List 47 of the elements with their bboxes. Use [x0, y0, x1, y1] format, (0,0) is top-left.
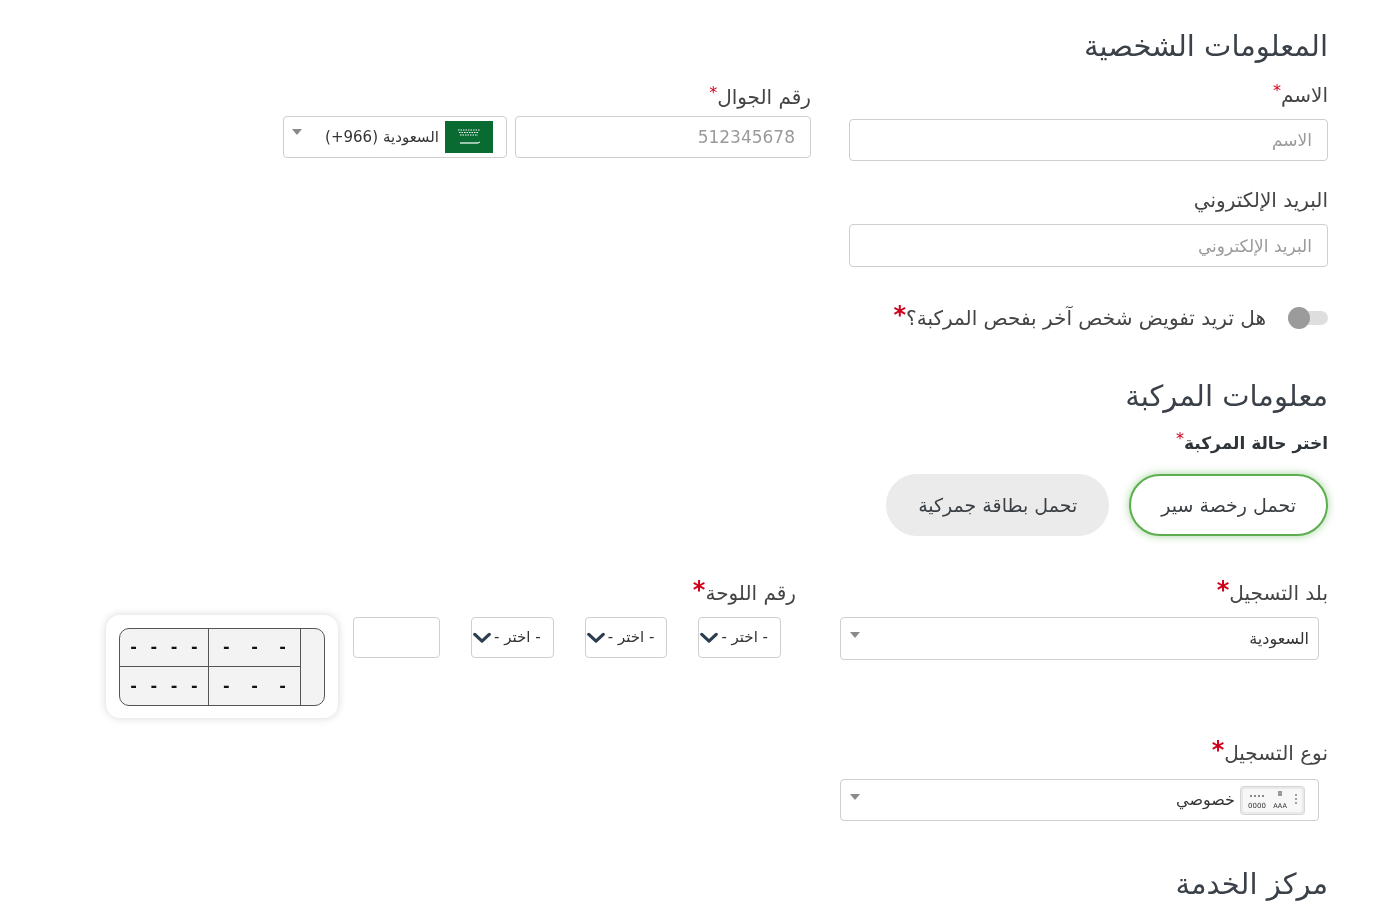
required-asterisk: * — [692, 579, 706, 601]
plate-placeholder-text: - - - - — [130, 636, 198, 658]
select-value: - اختر - — [494, 627, 541, 649]
dial-code: (+966) — [325, 126, 378, 148]
caret-icon — [850, 632, 860, 638]
toggle-label: هل تريد تفويض شخص آخر بفحص المركبة؟ — [906, 306, 1266, 332]
field-label: رقم اللوحة — [705, 581, 796, 607]
required-asterisk: * — [1175, 431, 1184, 447]
field-label: بلد التسجيل — [1229, 581, 1328, 607]
plate-placeholder-text: - - - — [222, 636, 286, 658]
plate-number-field[interactable] — [352, 617, 440, 658]
select-value: - اختر - — [607, 627, 655, 649]
chevron-down-icon — [472, 631, 491, 644]
field-label: البريد الإلكتروني — [1193, 187, 1328, 214]
vehicle-status-option[interactable]: تحمل بطاقة جمركية — [886, 474, 1110, 536]
required-asterisk: * — [709, 85, 718, 101]
name-field[interactable]: الاسم — [849, 119, 1328, 161]
select-value: خصوصي — [1176, 789, 1235, 812]
select-value: السعودية — [1249, 627, 1309, 651]
plate-placeholder-text: - - - - — [130, 674, 198, 697]
plate-letter-select[interactable]: - اختر - — [698, 617, 781, 658]
flag-icon — [445, 121, 493, 153]
select-value: - اختر - — [721, 627, 768, 649]
field-label: نوع التسجيل — [1224, 741, 1328, 767]
required-asterisk: * — [1272, 83, 1281, 99]
required-asterisk: * — [893, 304, 907, 326]
required-asterisk: * — [1211, 739, 1225, 761]
section-heading: المعلومات الشخصية — [1083, 28, 1328, 65]
section-heading: معلومات المركبة — [1125, 378, 1328, 415]
field-label: الاسم — [1280, 82, 1328, 109]
phone-field[interactable]: 512345678 — [515, 116, 811, 158]
section-heading: مركز الخدمة — [1175, 866, 1328, 903]
plate-placeholder-text: - - - — [222, 674, 286, 697]
toggle-switch[interactable] — [1288, 306, 1328, 330]
caret-icon — [850, 794, 860, 800]
country-name: السعودية — [383, 126, 439, 148]
plate-letter-select[interactable]: - اختر - — [584, 617, 668, 658]
field-label: رقم الجوال — [717, 84, 811, 111]
chevron-down-icon — [700, 631, 719, 644]
plate-letter-select[interactable]: - اختر - — [470, 617, 554, 658]
email-field[interactable]: البريد الإلكتروني — [849, 224, 1328, 267]
country-select[interactable]: السعودية — [840, 617, 1319, 660]
vehicle-status-option[interactable]: تحمل رخصة سير — [1129, 474, 1328, 536]
field-label: اختر حالة المركبة — [1183, 433, 1328, 456]
caret-icon — [292, 129, 302, 135]
chevron-down-icon — [586, 631, 605, 644]
required-asterisk: * — [1216, 579, 1230, 601]
